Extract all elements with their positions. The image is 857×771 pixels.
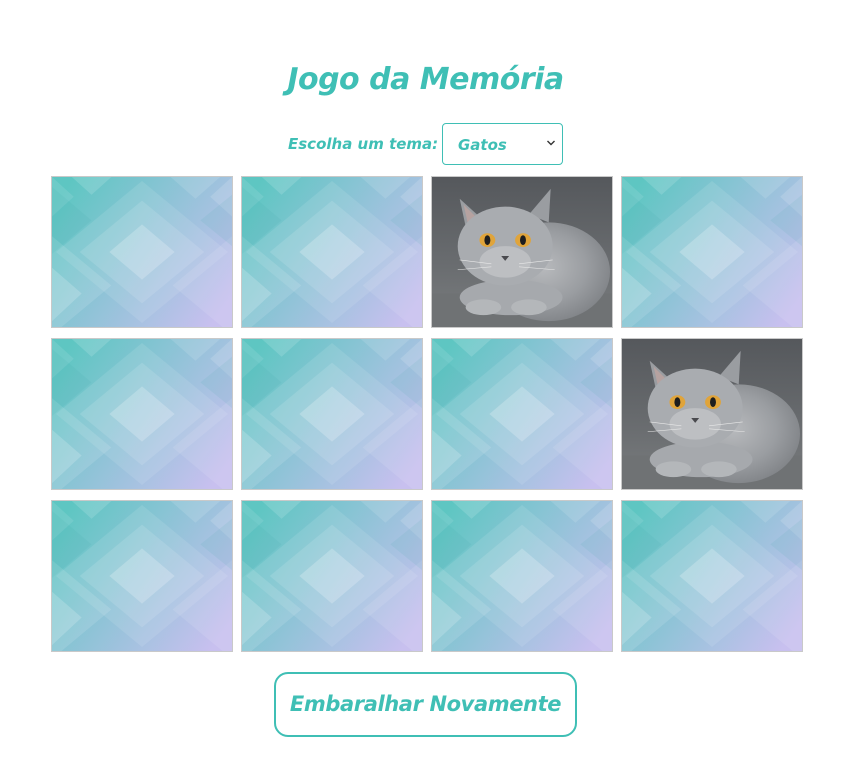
memory-game-page: Jogo da Memória Escolha um tema: Gatos E… bbox=[0, 0, 857, 771]
card-face-up[interactable] bbox=[621, 338, 803, 490]
card-back-pattern bbox=[242, 501, 422, 651]
card-face-up[interactable] bbox=[431, 176, 613, 328]
card-back-pattern bbox=[432, 501, 612, 651]
card-back-pattern bbox=[242, 339, 422, 489]
card-face-down[interactable] bbox=[621, 176, 803, 328]
card-back-pattern bbox=[52, 339, 232, 489]
card-face-down[interactable] bbox=[621, 500, 803, 652]
card-back-pattern bbox=[622, 177, 802, 327]
theme-select-value: Gatos bbox=[458, 136, 507, 154]
card-face-down[interactable] bbox=[431, 500, 613, 652]
card-face-down[interactable] bbox=[241, 338, 423, 490]
card-face-down[interactable] bbox=[241, 500, 423, 652]
theme-selector-row: Escolha um tema: Gatos bbox=[0, 123, 851, 165]
chevron-down-icon bbox=[547, 140, 555, 146]
cat-photo bbox=[622, 339, 802, 489]
card-back-pattern bbox=[242, 177, 422, 327]
cat-photo bbox=[432, 177, 612, 327]
card-back-pattern bbox=[52, 177, 232, 327]
page-title: Jogo da Memória bbox=[287, 62, 564, 97]
card-face-down[interactable] bbox=[241, 176, 423, 328]
card-face-down[interactable] bbox=[51, 338, 233, 490]
card-back-pattern bbox=[622, 501, 802, 651]
card-face-down[interactable] bbox=[431, 338, 613, 490]
card-face-down[interactable] bbox=[51, 176, 233, 328]
card-back-pattern bbox=[432, 339, 612, 489]
card-face-down[interactable] bbox=[51, 500, 233, 652]
theme-select[interactable]: Gatos bbox=[442, 123, 563, 165]
reshuffle-button[interactable]: Embaralhar Novamente bbox=[274, 672, 577, 737]
card-back-pattern bbox=[52, 501, 232, 651]
card-grid bbox=[51, 176, 803, 652]
theme-label: Escolha um tema: bbox=[288, 135, 439, 153]
